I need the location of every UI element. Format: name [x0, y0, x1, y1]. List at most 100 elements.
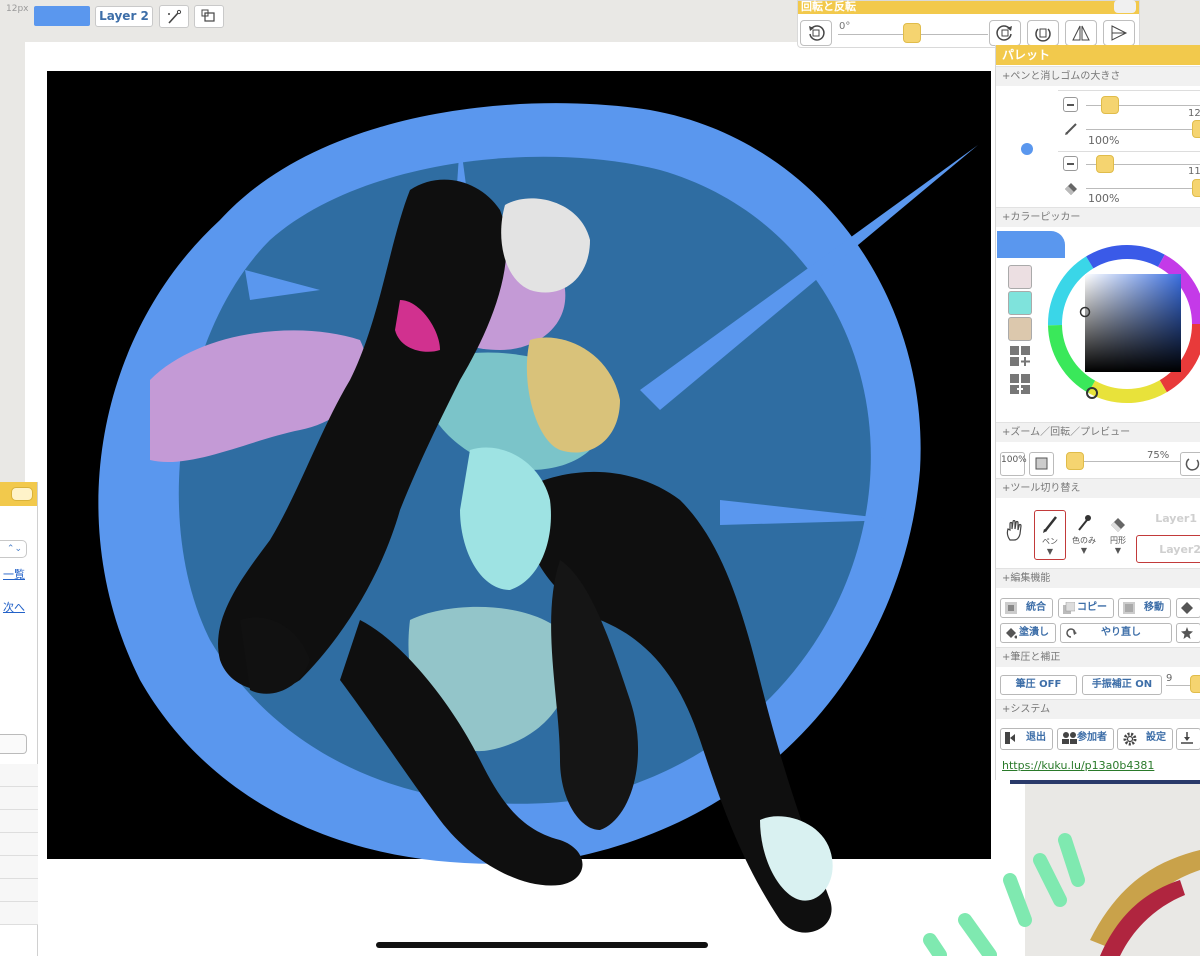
home-indicator[interactable]: [376, 942, 708, 948]
favorite-button[interactable]: [1176, 623, 1200, 643]
pen-tool-button[interactable]: ペン ▼: [1034, 510, 1066, 560]
list-link[interactable]: 一覧: [3, 566, 25, 582]
pen-size-minus-button[interactable]: [1063, 97, 1078, 112]
redo-button[interactable]: やり直し: [1060, 623, 1172, 643]
exit-icon: [1005, 732, 1015, 744]
eraser-opacity-track[interactable]: [1086, 188, 1200, 189]
settings-button[interactable]: 設定: [1117, 728, 1173, 750]
diamond-icon: [1181, 602, 1193, 614]
fit-screen-button[interactable]: [1029, 452, 1054, 476]
dropdown-icon: ▼: [1080, 546, 1088, 555]
left-panel-select[interactable]: ⌃⌄: [0, 540, 27, 558]
zoom-slider-knob[interactable]: [1066, 452, 1084, 470]
hand-tool-button[interactable]: [1000, 510, 1028, 560]
add-swatch-icon[interactable]: [1008, 344, 1032, 368]
reset-rotation-button[interactable]: [1027, 20, 1059, 46]
pen-tool-label: ペン: [1042, 537, 1058, 546]
eyedropper-icon: [1078, 515, 1091, 531]
palette-title: パレット: [996, 45, 1200, 65]
rotation-reset-button[interactable]: [1180, 452, 1200, 476]
zoom-percent: 75%: [1147, 450, 1170, 461]
move-icon: [1123, 602, 1135, 614]
fill-label: 塗潰し: [1019, 627, 1049, 638]
color-wheel[interactable]: [1045, 232, 1200, 417]
left-floating-panel: ⌃⌄ 一覧 次へ: [0, 482, 38, 956]
exit-button[interactable]: 退出: [1000, 728, 1053, 750]
palette-panel: パレット +ペンと消しゴムの大きさ 12 100% 11 100% +カラーピッ…: [995, 45, 1200, 780]
participants-button[interactable]: 参加者: [1057, 728, 1114, 750]
left-panel-button[interactable]: [0, 734, 27, 754]
paint-bucket-icon: [1006, 628, 1017, 639]
flip-vertical-icon: [1111, 25, 1128, 41]
merge-icon: [1005, 602, 1017, 614]
eraser-size-minus-button[interactable]: [1063, 156, 1078, 171]
rotate-panel-header: 回転と反転: [798, 0, 1139, 14]
rotate-left-icon: [809, 25, 825, 41]
eraser-opacity-knob[interactable]: [1192, 179, 1200, 197]
left-panel-toggle[interactable]: [11, 487, 33, 501]
zoom-100-button[interactable]: 100%: [1000, 452, 1027, 476]
stabilizer-slider-knob[interactable]: [1190, 675, 1200, 693]
room-url-link[interactable]: https://kuku.lu/p13a0b4381: [1002, 759, 1154, 772]
section-pen-size[interactable]: +ペンと消しゴムの大きさ: [996, 66, 1200, 86]
flip-horizontal-button[interactable]: [1065, 20, 1097, 46]
next-link[interactable]: 次へ: [3, 599, 25, 615]
left-panel-list: [0, 764, 38, 925]
participants-label: 参加者: [1077, 732, 1107, 743]
merge-button[interactable]: 統合: [1000, 598, 1053, 618]
swatch-teal[interactable]: [1008, 291, 1032, 315]
circle-label: 円形: [1110, 536, 1126, 545]
eraser-icon: [1065, 183, 1077, 195]
eraser-size-value: 11: [1188, 166, 1200, 177]
rotation-angle: 0°: [839, 21, 851, 32]
exit-label: 退出: [1026, 732, 1046, 743]
swatch-pink[interactable]: [1008, 265, 1032, 289]
swatch-sets-icon[interactable]: [1008, 372, 1032, 396]
dropdown-icon: ▼: [1046, 547, 1054, 556]
pen-opacity-value: 100%: [1088, 134, 1120, 147]
copy-icon: [1063, 602, 1075, 614]
swatch-beige[interactable]: [1008, 317, 1032, 341]
pen-size-knob[interactable]: [1101, 96, 1119, 114]
fill-diamond-button[interactable]: [1176, 598, 1200, 618]
section-zoom[interactable]: +ズーム／回転／プレビュー: [996, 422, 1200, 442]
pressure-toggle-button[interactable]: 筆圧 OFF: [1000, 675, 1077, 695]
color-only-tool-button[interactable]: 色のみ ▼: [1068, 510, 1100, 560]
eraser-size-knob[interactable]: [1096, 155, 1114, 173]
stabilizer-toggle-button[interactable]: 手振補正 ON: [1082, 675, 1162, 695]
rotate-panel-title: 回転と反転: [801, 0, 856, 13]
download-icon: [1181, 732, 1193, 744]
copy-label: コピー: [1077, 602, 1107, 613]
move-label: 移動: [1144, 602, 1164, 613]
layer1-button[interactable]: Layer1: [1131, 505, 1200, 533]
copy-button[interactable]: コピー: [1058, 598, 1114, 618]
fill-button[interactable]: 塗潰し: [1000, 623, 1056, 643]
section-edit[interactable]: +編集機能: [996, 568, 1200, 588]
rotation-slider-knob[interactable]: [903, 23, 921, 43]
section-color-picker[interactable]: +カラーピッカー: [996, 207, 1200, 227]
section-tool-switch[interactable]: +ツール切り替え: [996, 478, 1200, 498]
drawing-app: 12px Layer 2 ⌃⌄ 一覧 次へ 回転と反転 0° パレット +ペンと…: [0, 0, 1200, 956]
circle-eraser-tool-button[interactable]: 円形 ▼: [1102, 510, 1134, 560]
download-button[interactable]: [1176, 728, 1200, 750]
layer2-label: Layer2: [1159, 543, 1200, 556]
redo-label: やり直し: [1101, 627, 1141, 638]
redo-icon: [1066, 628, 1077, 638]
gear-icon: [1123, 732, 1137, 746]
reset-rotation-icon: [1035, 28, 1051, 42]
rotate-panel-toggle[interactable]: [1114, 0, 1136, 13]
pen-tool-icon: [1043, 516, 1057, 533]
rotate-left-button[interactable]: [800, 20, 832, 46]
section-pressure[interactable]: +筆圧と補正: [996, 647, 1200, 667]
rotate-right-button[interactable]: [989, 20, 1021, 46]
pen-opacity-knob[interactable]: [1192, 120, 1200, 138]
settings-label: 設定: [1146, 732, 1166, 743]
pen-opacity-track[interactable]: [1086, 129, 1200, 130]
section-system[interactable]: +システム: [996, 699, 1200, 719]
layer2-button[interactable]: Layer2: [1136, 535, 1200, 563]
flip-vertical-button[interactable]: [1103, 20, 1135, 46]
eraser-tool-icon: [1111, 518, 1125, 532]
pen-icon: [1065, 123, 1077, 135]
move-button[interactable]: 移動: [1118, 598, 1171, 618]
stabilizer-value: 9: [1166, 673, 1173, 684]
